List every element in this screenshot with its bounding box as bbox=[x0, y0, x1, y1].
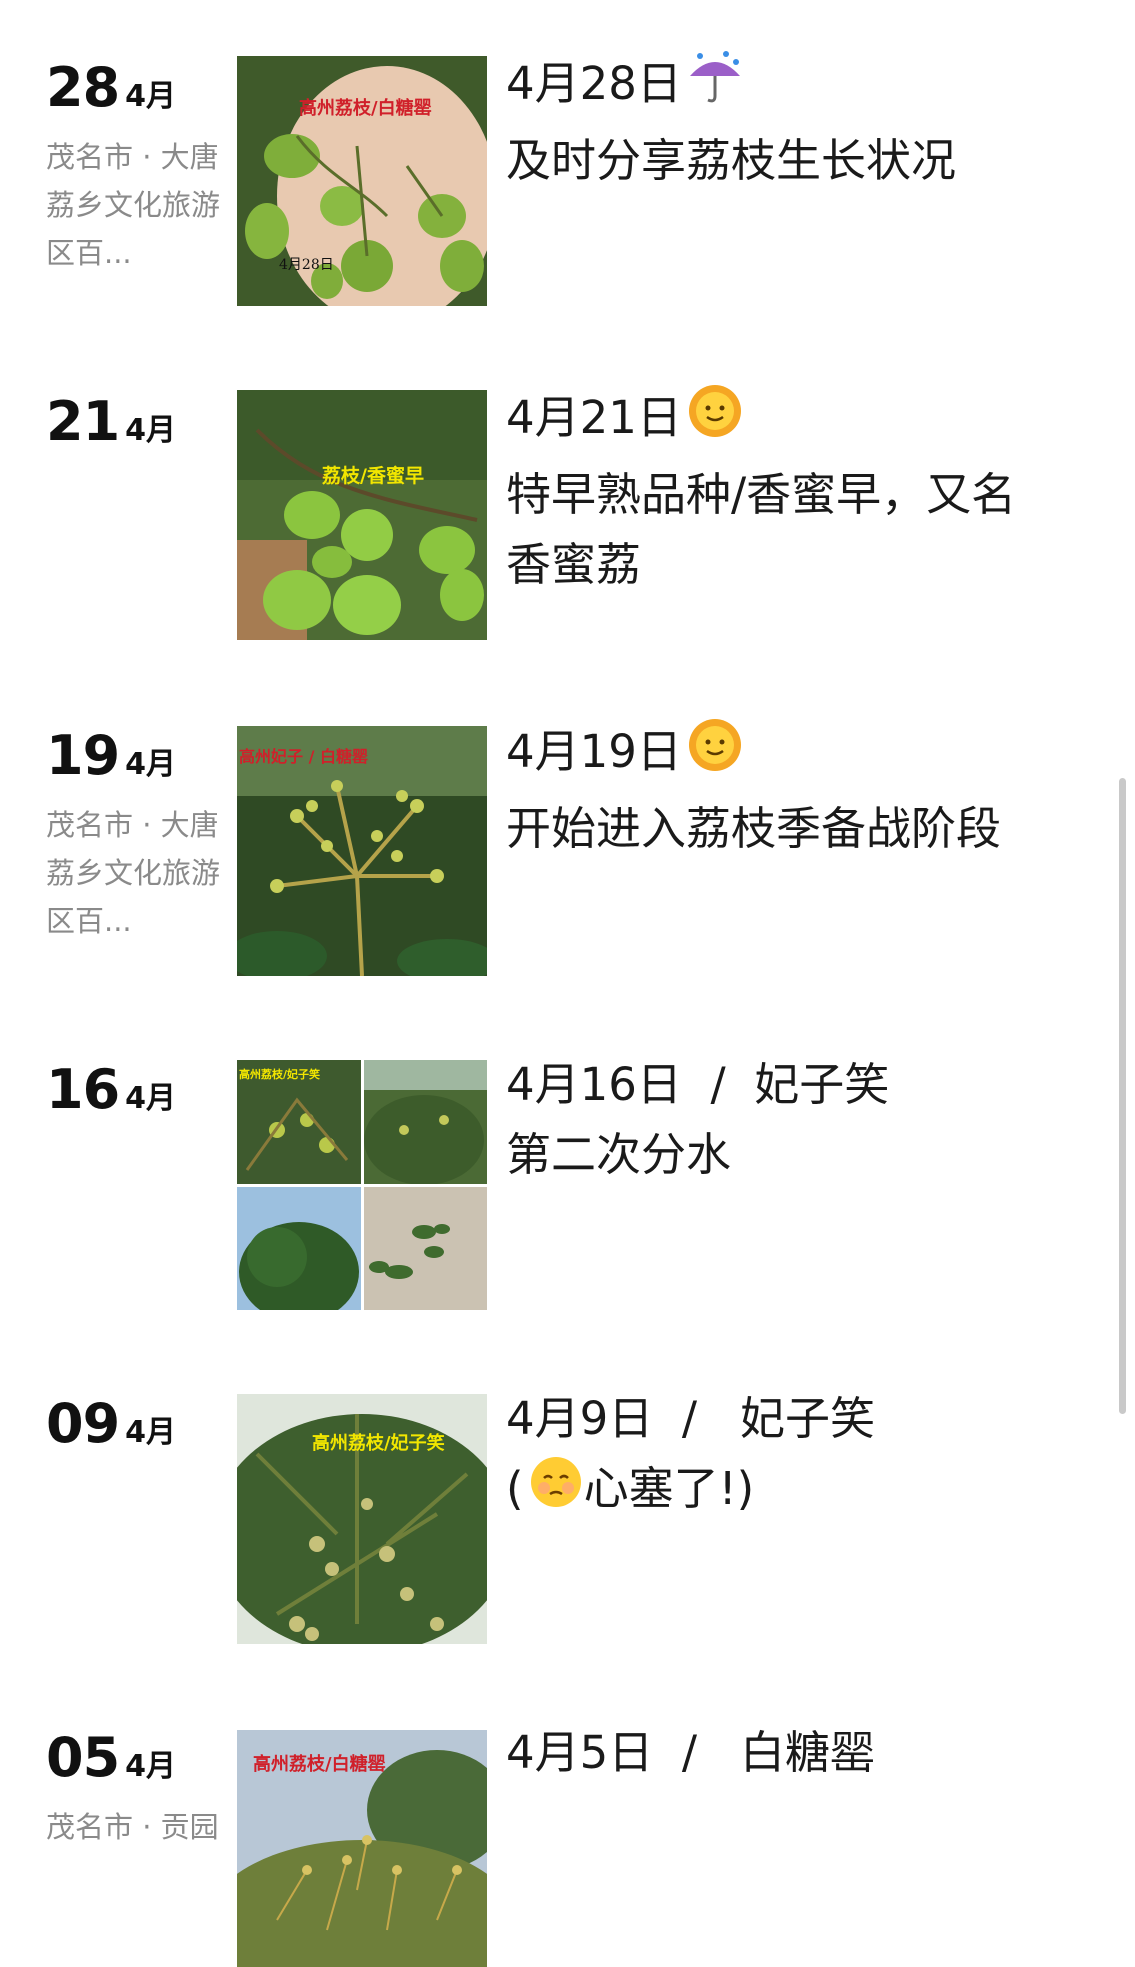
grid-image[interactable] bbox=[363, 1186, 487, 1310]
image-caption: 高州荔枝/妃子笑 bbox=[312, 1432, 445, 1454]
post-text[interactable]: 4月21日 特早熟品种/香蜜早，又名 香蜜荔 bbox=[506, 382, 1106, 600]
image-caption: 高州妃子 / 白糖罂 bbox=[239, 747, 368, 766]
post-title: 4月5日 / 白糖罂 bbox=[506, 1726, 875, 1779]
post-text[interactable]: 4月19日 开始进入荔枝季备战阶段 bbox=[506, 716, 1106, 864]
post-item[interactable]: 05 4月 茂名市 · 贡园 高州荔枝/白糖罂 4月5日 / 白糖罂 bbox=[0, 1718, 1135, 1967]
post-title: 4月21日 bbox=[506, 391, 682, 444]
post-date: 05 4月 茂名市 · 贡园 bbox=[46, 1726, 226, 1851]
post-text[interactable]: 4月16日 / 妃子笑 第二次分水 bbox=[506, 1050, 1106, 1190]
post-text[interactable]: 4月9日 / 妃子笑 ( 心塞了!) bbox=[506, 1384, 1106, 1530]
post-day: 21 bbox=[46, 390, 120, 453]
post-text[interactable]: 4月5日 / 白糖罂 bbox=[506, 1718, 1106, 1788]
post-location[interactable]: 茂名市 · 大唐荔乡文化旅游区百... bbox=[46, 801, 221, 945]
post-day: 19 bbox=[46, 724, 120, 787]
sun-face-icon bbox=[686, 382, 744, 460]
post-body: 第二次分水 bbox=[506, 1128, 732, 1181]
image-date: 4月28日 bbox=[279, 257, 334, 273]
post-month: 4月 bbox=[125, 1749, 177, 1784]
post-title: 4月16日 / 妃子笑 bbox=[506, 1058, 890, 1111]
post-month: 4月 bbox=[125, 1415, 177, 1450]
post-date: 21 4月 bbox=[46, 390, 226, 453]
post-body: 开始进入荔枝季备战阶段 bbox=[506, 802, 1002, 855]
post-body: 特早熟品种/香蜜早，又名 bbox=[506, 468, 1017, 521]
image-caption: 荔枝/香蜜早 bbox=[322, 464, 424, 487]
post-title: 4月19日 bbox=[506, 725, 682, 778]
post-month: 4月 bbox=[125, 79, 177, 114]
post-title: 4月9日 / 妃子笑 bbox=[506, 1392, 875, 1445]
post-thumbnail[interactable]: 高州荔枝/白糖罂 4月28日 bbox=[237, 56, 487, 306]
sun-face-icon bbox=[686, 716, 744, 794]
post-day: 09 bbox=[46, 1392, 120, 1455]
post-item[interactable]: 19 4月 茂名市 · 大唐荔乡文化旅游区百... 高州妃子 / 白糖罂 4月19… bbox=[0, 716, 1135, 1016]
post-thumbnail-grid[interactable]: 高州荔枝/妃子笑 bbox=[237, 1060, 487, 1310]
post-date: 09 4月 bbox=[46, 1392, 226, 1455]
post-body: 及时分享荔枝生长状况 bbox=[506, 134, 957, 187]
relieved-face-icon bbox=[528, 1454, 584, 1530]
post-item[interactable]: 09 4月 高州荔枝/妃子笑 4月9日 / 妃子笑 ( 心塞了!) bbox=[0, 1384, 1135, 1684]
post-body-cont: 香蜜荔 bbox=[506, 538, 642, 591]
post-location[interactable]: 茂名市 · 大唐荔乡文化旅游区百... bbox=[46, 133, 221, 277]
post-location[interactable]: 茂名市 · 贡园 bbox=[46, 1803, 221, 1851]
post-month: 4月 bbox=[125, 1081, 177, 1116]
post-item[interactable]: 16 4月 高州荔枝/妃子笑 4月16日 / 妃子笑 第二次分水 bbox=[0, 1050, 1135, 1350]
post-title: 4月28日 bbox=[506, 57, 682, 110]
post-date: 19 4月 茂名市 · 大唐荔乡文化旅游区百... bbox=[46, 724, 226, 945]
image-caption: 高州荔枝/白糖罂 bbox=[299, 97, 432, 119]
moments-feed[interactable]: 28 4月 茂名市 · 大唐荔乡文化旅游区百... 高州荔枝/白糖罂 4月28日 … bbox=[0, 0, 1135, 1967]
post-thumbnail[interactable]: 荔枝/香蜜早 bbox=[237, 390, 487, 640]
grid-image[interactable]: 高州荔枝/妃子笑 bbox=[237, 1060, 361, 1184]
post-date: 16 4月 bbox=[46, 1058, 226, 1121]
image-caption: 高州荔枝/白糖罂 bbox=[253, 1753, 386, 1775]
post-thumbnail[interactable]: 高州荔枝/妃子笑 bbox=[237, 1394, 487, 1644]
post-day: 28 bbox=[46, 56, 120, 119]
grid-image[interactable] bbox=[237, 1186, 361, 1310]
post-day: 16 bbox=[46, 1058, 120, 1121]
scrollbar[interactable] bbox=[1119, 778, 1126, 1414]
image-caption: 高州荔枝/妃子笑 bbox=[239, 1067, 320, 1081]
post-thumbnail[interactable]: 高州荔枝/白糖罂 bbox=[237, 1730, 487, 1967]
post-month: 4月 bbox=[125, 747, 177, 782]
post-text[interactable]: 4月28日 及时分享荔枝生长状况 bbox=[506, 48, 1106, 196]
post-month: 4月 bbox=[125, 413, 177, 448]
grid-image[interactable] bbox=[363, 1060, 487, 1184]
post-body-prefix: ( bbox=[506, 1462, 524, 1515]
post-day: 05 bbox=[46, 1726, 120, 1789]
post-date: 28 4月 茂名市 · 大唐荔乡文化旅游区百... bbox=[46, 56, 226, 277]
umbrella-rain-icon bbox=[686, 48, 744, 126]
post-item[interactable]: 28 4月 茂名市 · 大唐荔乡文化旅游区百... 高州荔枝/白糖罂 4月28日 … bbox=[0, 48, 1135, 348]
post-item[interactable]: 21 4月 荔枝/香蜜早 4月21日 特早熟品种/香蜜早，又名 香蜜荔 bbox=[0, 382, 1135, 682]
post-thumbnail[interactable]: 高州妃子 / 白糖罂 bbox=[237, 726, 487, 976]
post-body-suffix: 心塞了!) bbox=[583, 1462, 755, 1515]
